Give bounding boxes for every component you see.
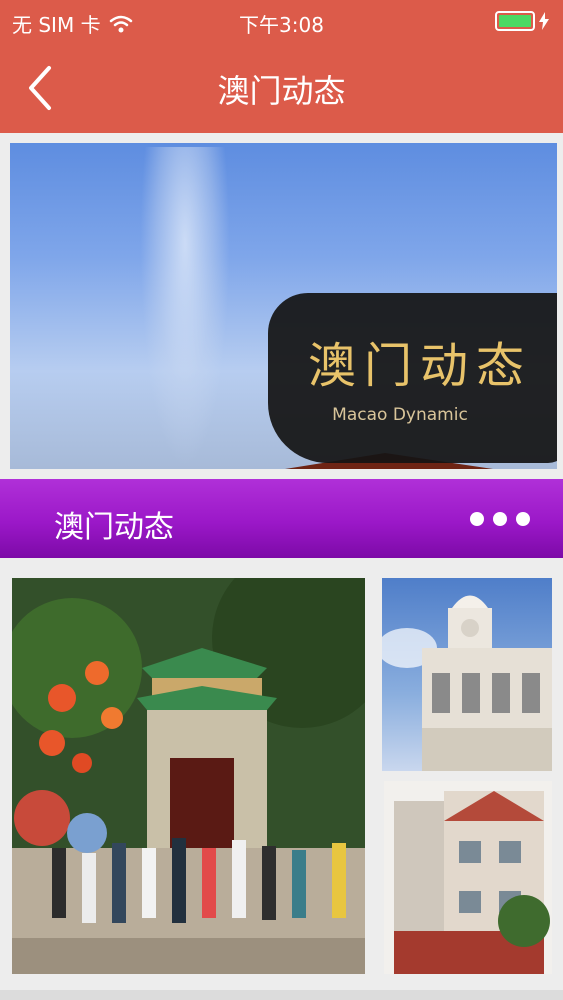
banner-title: 澳门动态 [307,338,532,394]
status-time: 下午3:08 [239,13,324,37]
status-bar: 无 SIM 卡 下午3:08 [0,0,563,44]
apartment-building-photo[interactable] [384,781,552,974]
navigation-bar: 无 SIM 卡 下午3:08 澳门动态 [0,0,563,133]
colonial-building-photo[interactable] [382,578,552,771]
more-dots-icon [470,512,484,526]
battery-level-fill [499,15,531,27]
banner-image[interactable]: 澳门动态 Macao Dynamic [10,143,557,469]
colonial-building-image [382,595,552,771]
battery-indicator [495,11,549,31]
more-dots-icon [516,512,530,526]
charging-bolt-icon [539,12,549,30]
next-row-edge [0,990,563,1000]
battery-icon [495,11,535,31]
more-button[interactable] [470,507,530,531]
more-dots-icon [493,512,507,526]
section-header: 澳门动态 [0,479,563,558]
a-ma-temple-photo[interactable] [12,578,365,974]
section-title: 澳门动态 [54,510,174,545]
banner-subtitle: Macao Dynamic [332,405,468,425]
a-ma-temple-image [12,578,365,974]
guanyin-statue-image [140,147,230,467]
apartment-building-image [384,781,552,974]
page-title: 澳门动态 [217,72,346,110]
